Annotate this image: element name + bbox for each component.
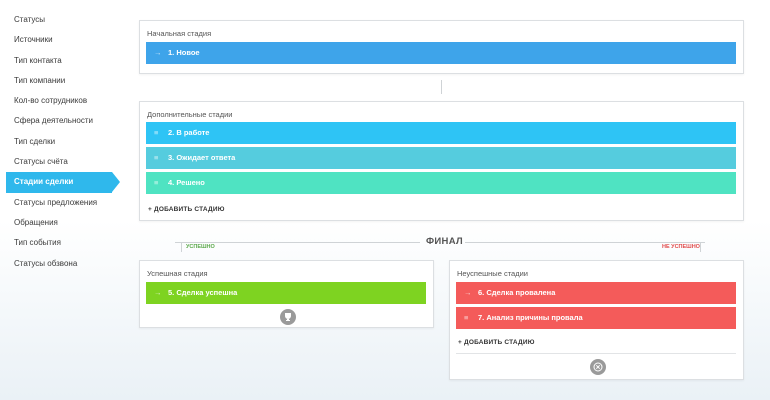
sidebar-item-industry[interactable]: Сфера деятельности [0,111,125,131]
drag-handle-icon[interactable]: ≡ [154,147,168,169]
sidebar-item-company-type[interactable]: Тип компании [0,71,125,91]
stage-new[interactable]: → 1. Новое [146,42,736,64]
stage-label: 5. Сделка успешна [168,288,238,297]
stage-failure-analysis[interactable]: ≡ 7. Анализ причины провала [456,307,736,329]
trophy-icon[interactable] [280,309,296,325]
close-circle-icon[interactable] [590,359,606,375]
fail-tag: НЕ УСПЕШНО [662,244,700,250]
stage-deal-failed[interactable]: → 6. Сделка провалена [456,282,736,304]
sidebar-item-call-statuses[interactable]: Статусы обзвона [0,254,125,274]
success-stage-title: Успешная стадия [147,269,208,278]
sidebar-item-invoice-statuses[interactable]: Статусы счёта [0,152,125,172]
final-line-right [465,242,705,243]
additional-stages-title: Дополнительные стадии [147,110,233,119]
drag-handle-icon[interactable]: ≡ [464,307,478,329]
add-stage-button[interactable]: + ДОБАВИТЬ СТАДИЮ [148,206,225,213]
stage-label: 2. В работе [168,128,210,137]
drag-handle-icon[interactable]: ≡ [154,122,168,144]
stage-label: 7. Анализ причины провала [478,313,583,322]
sidebar-item-sources[interactable]: Источники [0,30,125,50]
arrow-right-icon: → [154,48,162,57]
sidebar-item-quote-statuses[interactable]: Статусы предложения [0,193,125,213]
arrow-right-icon: → [154,288,162,297]
drag-handle-icon[interactable]: ≡ [154,172,168,194]
stage-deal-success[interactable]: → 5. Сделка успешна [146,282,426,304]
additional-stages-panel: Дополнительные стадии ≡ 2. В работе ≡ 3. О… [139,101,744,221]
stage-awaiting-reply[interactable]: ≡ 3. Ожидает ответа [146,147,736,169]
sidebar-item-employees[interactable]: Кол-во сотрудников [0,91,125,111]
failure-stages-panel: Неуспешные стадии → 6. Сделка провалена ≡… [449,260,744,380]
stage-label: 6. Сделка провалена [478,288,556,297]
settings-sidebar: Статусы Источники Тип контакта Тип компа… [0,10,125,274]
stage-resolved[interactable]: ≡ 4. Решено [146,172,736,194]
success-stage-panel: Успешная стадия → 5. Сделка успешна [139,260,434,328]
final-title: ФИНАЛ [426,236,463,247]
sidebar-item-statuses[interactable]: Статусы [0,10,125,30]
sidebar-item-deal-stages[interactable]: Стадии сделки [6,172,120,193]
stage-in-progress[interactable]: ≡ 2. В работе [146,122,736,144]
final-line-left [175,242,420,243]
connector-line [441,80,442,94]
initial-stage-title: Начальная стадия [147,29,212,38]
arrow-right-icon: → [464,288,472,297]
sidebar-item-event-type[interactable]: Тип события [0,233,125,253]
add-stage-button[interactable]: + ДОБАВИТЬ СТАДИЮ [458,339,535,346]
divider [456,353,736,354]
stage-label: 3. Ожидает ответа [168,153,236,162]
initial-stage-panel: Начальная стадия → 1. Новое [139,20,744,74]
sidebar-item-appeals[interactable]: Обращения [0,213,125,233]
sidebar-item-deal-type[interactable]: Тип сделки [0,132,125,152]
failure-stages-title: Неуспешные стадии [457,269,528,278]
sidebar-item-contact-type[interactable]: Тип контакта [0,51,125,71]
stage-label: 1. Новое [168,48,200,57]
success-tag: УСПЕШНО [186,244,215,250]
stage-label: 4. Решено [168,178,205,187]
